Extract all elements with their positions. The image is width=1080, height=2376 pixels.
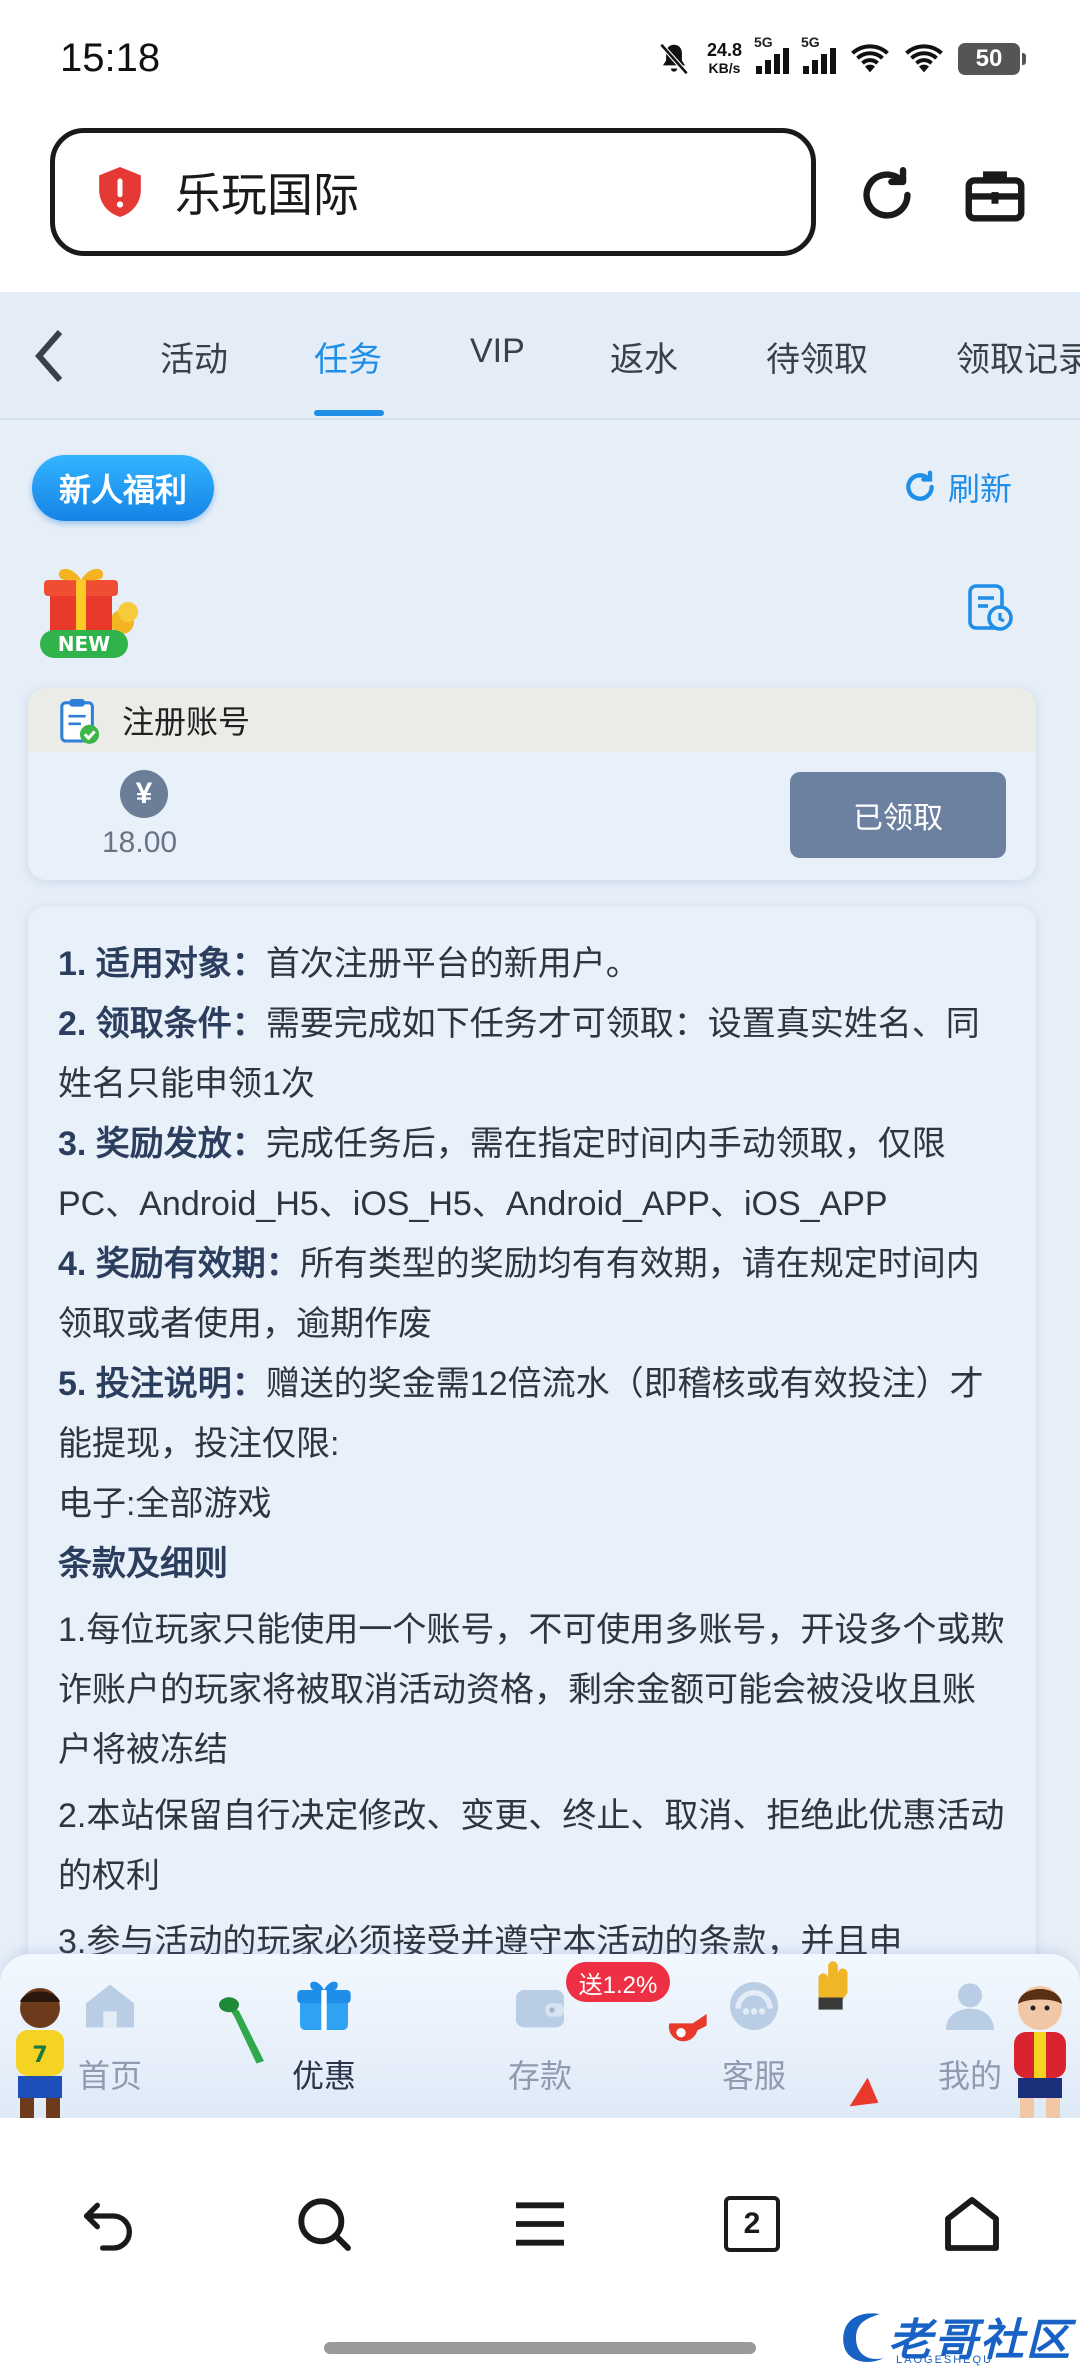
goalkeeper-glove-icon (818, 1961, 848, 2010)
nav-home[interactable]: 首页 (40, 1974, 180, 2097)
rule-item: 3. 奖励发放：完成任务后，需在指定时间内手动领取，仅限PC、Android_H… (58, 1114, 1006, 1234)
rule-label: 1. 适用对象： (58, 945, 266, 983)
rule-label: 2. 领取条件： (58, 1005, 266, 1043)
menu-icon[interactable] (508, 2192, 572, 2256)
flag-icon (849, 2077, 879, 2107)
reload-button[interactable] (852, 160, 922, 230)
task-title: 注册账号 (122, 704, 251, 740)
terms-item: 2.本站保留自行决定修改、变更、终止、取消、拒绝此优惠活动的权利 (58, 1797, 1005, 1895)
network-speed: 24.8 KB/s (707, 41, 742, 77)
security-shield-icon[interactable] (95, 164, 145, 220)
active-tab-indicator (314, 410, 384, 416)
refresh-button[interactable]: 刷新 (900, 464, 1012, 510)
wifi-icon-2 (905, 44, 943, 73)
clipboard-check-icon (60, 699, 100, 744)
rule-text: 首次注册平台的新用户。 (265, 945, 640, 983)
wallet-icon (516, 1990, 564, 2028)
dragon-logo-icon (843, 2313, 884, 2362)
nav-customer-service[interactable]: 客服 (684, 1974, 824, 2097)
tab-rebate[interactable]: 返水 (610, 332, 678, 381)
gift-box-icon (297, 1981, 351, 2030)
page-content: 活动 任务 VIP 返水 待领取 领取记录 新人福利 刷新 NEW 注册账号 ¥… (0, 292, 1080, 2118)
nav-promotions-label: 优惠 (291, 2058, 356, 2094)
rule-item: 1. 适用对象：首次注册平台的新用户。 (58, 934, 1006, 994)
nav-deposit[interactable]: 存款 (470, 1974, 610, 2097)
site-bottom-nav: 7 首页 优惠 送1.2% 存款 客服 我的 (0, 1954, 1080, 2118)
tab-bar: 活动 任务 VIP 返水 待领取 领取记录 (0, 292, 1080, 420)
task-card: 注册账号 ¥ 18.00 已领取 (28, 688, 1036, 880)
new-label: NEW (58, 632, 110, 656)
rule-item: 5. 投注说明：赠送的奖金需12倍流水（即稽核或有效投注）才能提现，投注仅限: (58, 1354, 1006, 1474)
home-outline-icon[interactable] (940, 2192, 1004, 2256)
terms-heading: 条款及细则 (58, 1545, 228, 1583)
browser-toolbar: 乐玩国际 (0, 120, 1080, 292)
watermark: 老哥社区 LAOGESHEQU (836, 2304, 1072, 2368)
battery-icon: 50 (958, 43, 1026, 75)
signal-sim2-icon: 5G (801, 34, 836, 74)
claimed-button[interactable]: 已领取 (790, 772, 1006, 858)
tab-vip[interactable]: VIP (470, 332, 525, 371)
user-icon (946, 1983, 994, 2030)
signal-sim1-icon: 5G (754, 34, 789, 74)
rule-item: 2. 领取条件：需要完成如下任务才可领取：设置真实姓名、同姓名只能申领1次 (58, 994, 1006, 1114)
yuan-coin-icon: ¥ (120, 770, 168, 818)
rule-label: 4. 奖励有效期： (58, 1245, 300, 1283)
system-nav-bar: 2 老哥社区 LAOGESHEQU (0, 2118, 1080, 2376)
rule-item: 4. 奖励有效期：所有类型的奖励均有有效期，请在规定时间内领取或者使用，逾期作废 (58, 1234, 1006, 1354)
refresh-label: 刷新 (948, 471, 1013, 507)
watermark-sub: LAOGESHEQU (896, 2354, 994, 2366)
wifi-icon (851, 44, 889, 73)
rule-label: 5. 投注说明： (58, 1365, 266, 1403)
game-scope: 电子:全部游戏 (58, 1485, 272, 1523)
tab-claim-history[interactable]: 领取记录 (956, 332, 1080, 381)
refresh-icon (906, 470, 934, 501)
record-history-icon[interactable] (966, 582, 1014, 634)
tabs-switcher-button[interactable]: 2 (724, 2196, 780, 2252)
sim2-label: 5G (801, 34, 820, 50)
status-time: 15:18 (60, 36, 161, 80)
home-icon (86, 1984, 134, 2028)
nav-deposit-label: 存款 (507, 2058, 572, 2094)
reward-amount: 18.00 (102, 826, 178, 859)
status-indicators: 24.8 KB/s 5G 5G 50 (655, 34, 1026, 82)
nav-promotions[interactable]: 优惠 (254, 1974, 394, 2097)
status-bar: 15:18 24.8 KB/s 5G 5G 50 (0, 0, 1080, 120)
sim1-label: 5G (754, 34, 773, 50)
tab-tasks[interactable]: 任务 (314, 332, 382, 381)
rule-label: 3. 奖励发放： (58, 1125, 266, 1163)
back-chevron-icon[interactable] (28, 326, 68, 386)
soccer-player-right-icon (1014, 1986, 1066, 2118)
task-header: 注册账号 (28, 688, 1036, 752)
network-speed-value: 24.8 (706, 40, 742, 60)
headset-icon (730, 1982, 778, 2030)
tab-pending[interactable]: 待领取 (766, 332, 868, 381)
nav-home-label: 首页 (77, 2058, 142, 2094)
toolbox-button[interactable] (960, 160, 1030, 230)
new-gift-icon: NEW (40, 568, 138, 658)
rules-card: 1. 适用对象：首次注册平台的新用户。 2. 领取条件：需要完成如下任务才可领取… (28, 906, 1036, 2118)
mute-bell-icon (659, 43, 689, 75)
search-icon[interactable] (292, 2192, 356, 2256)
nav-customer-service-label: 客服 (721, 2058, 786, 2094)
network-speed-unit: KB/s (708, 60, 741, 76)
back-arrow-icon[interactable] (76, 2192, 140, 2256)
terms-item: 1.每位玩家只能使用一个账号，不可使用多账号，开设多个或欺诈账户的玩家将被取消活… (58, 1611, 1005, 1769)
page-title: 乐玩国际 (175, 169, 359, 221)
newbie-benefit-badge: 新人福利 (32, 455, 214, 521)
tab-activity[interactable]: 活动 (160, 332, 228, 381)
address-bar[interactable]: 乐玩国际 (50, 128, 816, 256)
home-indicator[interactable] (324, 2342, 756, 2354)
